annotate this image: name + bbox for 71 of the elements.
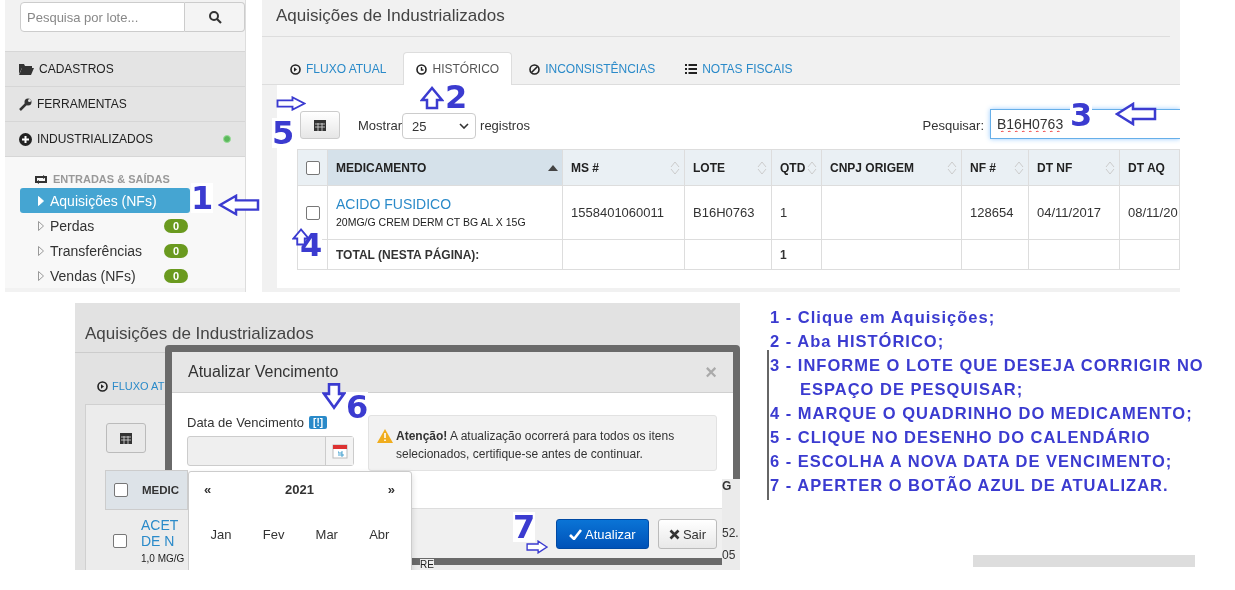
instruction-step: 5 - CLIQUE NO DESENHO DO CALENDÁRIO xyxy=(770,425,1228,449)
table-cell: 04/11/2017 xyxy=(1037,205,1102,220)
medicine-detail: RE xyxy=(420,559,434,570)
table-cell-text: 05 xyxy=(722,548,737,562)
nav-label: Aquisições (NFs) xyxy=(50,192,157,209)
column-header[interactable]: MEDICAMENTO xyxy=(327,149,563,186)
medicine-link[interactable]: ACIDO FUSIDICO xyxy=(336,196,554,212)
nav-label: Transferências xyxy=(50,242,143,259)
search-label: Pesquisar: xyxy=(922,117,984,133)
count-badge: 0 xyxy=(163,218,188,233)
month-option[interactable]: Jan xyxy=(210,527,232,542)
exit-button[interactable]: Sair xyxy=(657,519,717,549)
tab[interactable]: HISTÓRICO xyxy=(403,52,513,85)
show-label: Mostrar xyxy=(358,117,403,133)
column-header[interactable]: MS # xyxy=(562,149,685,186)
nav-label: Vendas (NFs) xyxy=(50,267,136,284)
section-heading: ENTRADAS & SAÍDAS xyxy=(53,173,170,185)
menu-label: CADASTROS xyxy=(39,62,114,76)
nav-item[interactable]: Transferências 0 xyxy=(20,238,198,263)
table-cell: B16H0763 xyxy=(693,205,755,220)
alert-text: Atenção! A atualização ocorrerá para todos os itens selecionados, certifique-se antes de continuar. xyxy=(396,428,676,463)
menu-item[interactable]: INDUSTRIALIZADOS xyxy=(5,121,245,156)
month-option[interactable]: Fev xyxy=(262,527,285,542)
column-header[interactable]: CNPJ ORIGEM xyxy=(821,149,962,186)
step-number: 1 xyxy=(191,183,214,213)
records-label: registros xyxy=(480,117,530,133)
menu-item[interactable]: CADASTROS xyxy=(5,51,245,86)
table-cell: 128654 xyxy=(970,205,1014,220)
medicine-detail: 1,0 MG/G xyxy=(141,553,185,564)
menu-item[interactable]: FERRAMENTAS xyxy=(5,86,245,121)
menu-label: FERRAMENTAS xyxy=(37,97,127,111)
table-cell: 1558401060011 xyxy=(571,205,665,220)
table-cell: 52. xyxy=(722,526,740,540)
update-button[interactable]: Atualizar xyxy=(555,519,649,549)
column-header[interactable]: LOTE xyxy=(684,149,772,186)
previous-button[interactable]: « xyxy=(204,482,212,497)
page-title: Aquisições de Industrializados xyxy=(262,0,1170,37)
medicine-detail: 20MG/G CREM DERM CT BG AL X 15G xyxy=(336,216,526,228)
table-cell: 08/11/20 xyxy=(1128,205,1178,220)
instruction-step: 6 - ESCOLHA A NOVA DATA DE VENCIMENTO; xyxy=(770,449,1228,473)
nav-item[interactable]: Perdas 0 xyxy=(20,213,198,238)
field-label: Data de Vencimento xyxy=(187,415,305,430)
instruction-step: 4 - MARQUE O QUADRINHO DO MEDICAMENTO; xyxy=(770,401,1228,425)
table-cell-text: G xyxy=(722,479,733,493)
column-header[interactable]: DT NF xyxy=(1028,149,1120,186)
year-label[interactable]: 2021 xyxy=(285,482,314,497)
next-button[interactable]: » xyxy=(387,482,395,497)
table-cell: 1 xyxy=(780,247,787,262)
column-header[interactable]: NF # xyxy=(961,149,1029,186)
page-size-select[interactable]: 25 xyxy=(402,113,477,139)
column-header[interactable]: QTD xyxy=(771,149,822,186)
table-cell: TOTAL (NESTA PÁGINA): xyxy=(336,247,480,262)
menu-label: INDUSTRIALIZADOS xyxy=(37,132,153,146)
column-header[interactable]: MEDIC xyxy=(136,484,180,496)
step-number: 5 xyxy=(272,118,295,148)
count-badge: 0 xyxy=(163,243,188,258)
instruction-step: 7 - APERTER O BOTÃO AZUL DE ATUALIZAR. xyxy=(770,473,1228,497)
instruction-step: 2 - Aba HISTÓRICO; xyxy=(770,329,1228,353)
step-number: 7 xyxy=(513,512,536,542)
dialog-title: Atualizar Vencimento xyxy=(188,363,339,381)
instruction-step: 3 - INFORME O LOTE QUE DESEJA CORRIGIR NO ESPAÇO DE PESQUISAR; xyxy=(770,353,1228,401)
column-header[interactable]: DT AQ xyxy=(1119,149,1180,186)
nav-label: Perdas xyxy=(50,217,95,234)
instruction-step: 1 - Clique em Aquisições; xyxy=(770,305,1228,329)
table-cell: 1 xyxy=(780,205,788,220)
search-field[interactable]: Pesquisa por lote... xyxy=(20,2,185,32)
hint-badge[interactable]: [!] xyxy=(309,416,328,429)
nav-item[interactable]: Vendas (NFs) 0 xyxy=(20,263,198,288)
count-badge: 0 xyxy=(163,268,188,283)
month-option[interactable]: Abr xyxy=(369,527,390,542)
month-option[interactable]: Mar xyxy=(315,527,338,542)
